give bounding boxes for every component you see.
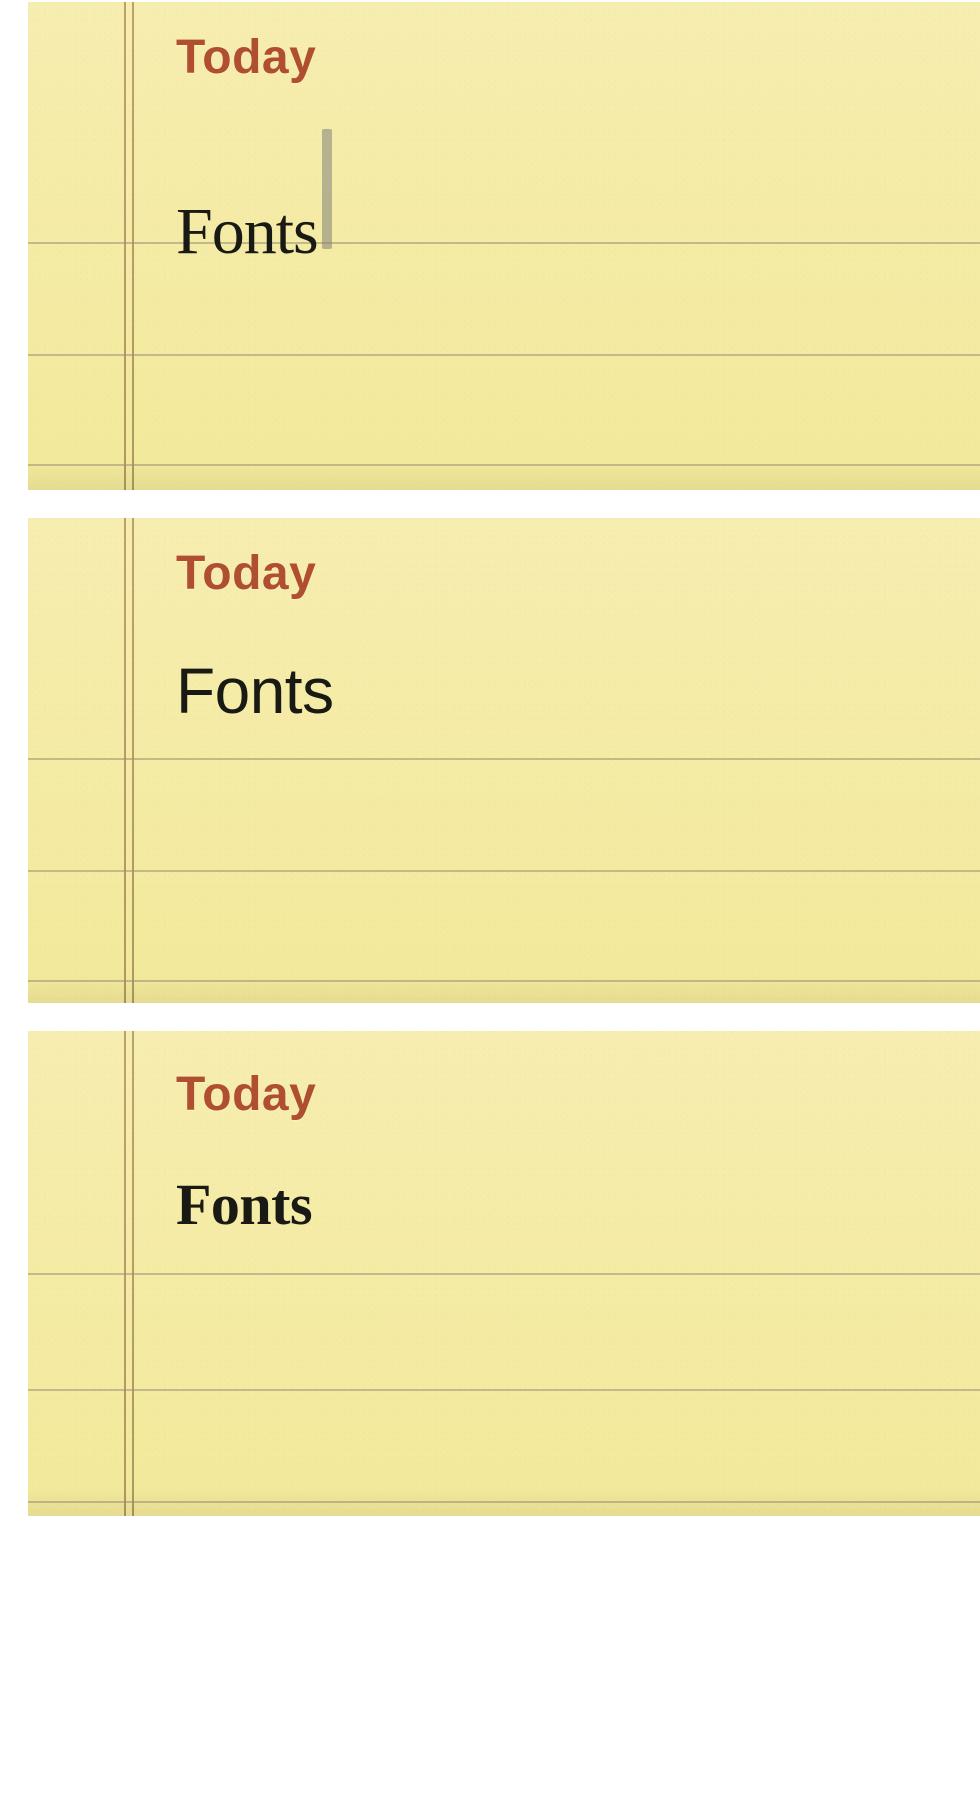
horizontal-rule-2 bbox=[28, 870, 980, 872]
note-date-label: Today bbox=[176, 546, 980, 601]
note-panel: Today Fonts bbox=[28, 518, 980, 1003]
horizontal-rule-2 bbox=[28, 354, 980, 356]
horizontal-rule-3 bbox=[28, 1501, 980, 1503]
horizontal-rule-1 bbox=[28, 758, 980, 760]
note-content[interactable]: Today Fonts bbox=[28, 1031, 980, 1234]
note-content[interactable]: Today Fonts bbox=[28, 518, 980, 723]
note-text-row[interactable]: Fonts bbox=[176, 1176, 980, 1234]
note-panel: Today Fonts bbox=[28, 1031, 980, 1516]
note-content[interactable]: Today Fonts bbox=[28, 2, 980, 265]
note-panel: Today Fonts bbox=[28, 2, 980, 490]
horizontal-rule-1 bbox=[28, 1273, 980, 1275]
note-date-label: Today bbox=[176, 1067, 980, 1122]
horizontal-rule-2 bbox=[28, 1389, 980, 1391]
note-text-row[interactable]: Fonts bbox=[176, 659, 980, 723]
note-text-content[interactable]: Fonts bbox=[176, 1172, 312, 1237]
horizontal-rule-3 bbox=[28, 980, 980, 982]
note-text-content[interactable]: Fonts bbox=[176, 195, 318, 268]
horizontal-rule-3 bbox=[28, 464, 980, 466]
note-text-row[interactable]: Fonts bbox=[176, 143, 980, 265]
note-date-label: Today bbox=[176, 30, 980, 85]
note-text-content[interactable]: Fonts bbox=[176, 655, 334, 727]
text-cursor bbox=[322, 129, 332, 249]
panel-shadow bbox=[28, 462, 980, 490]
